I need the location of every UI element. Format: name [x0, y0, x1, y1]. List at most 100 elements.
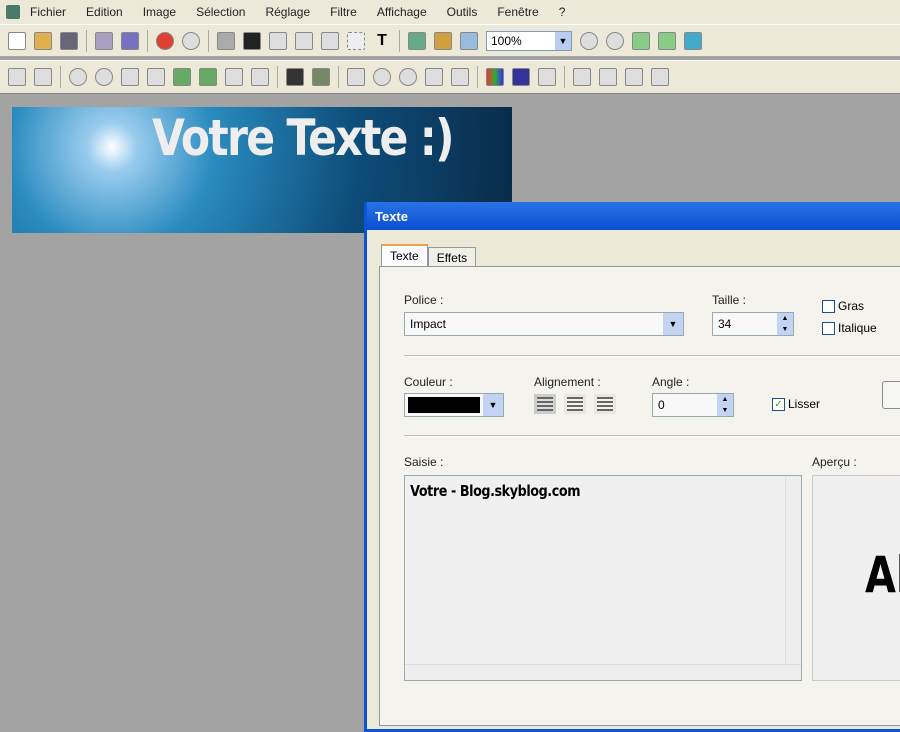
wand-add-icon[interactable] — [199, 68, 217, 86]
open-icon[interactable] — [34, 31, 52, 50]
checkmark-icon[interactable]: ✓ — [772, 397, 785, 411]
window-icon[interactable] — [460, 31, 478, 50]
checkbox-icon[interactable] — [822, 321, 835, 335]
scan-icon[interactable] — [121, 31, 139, 50]
curves-icon[interactable] — [538, 68, 556, 86]
brightness-icon[interactable] — [347, 68, 365, 86]
resize-icon[interactable] — [408, 31, 426, 50]
size-label: Taille : — [712, 293, 747, 307]
menu-filtre[interactable]: Filtre — [330, 5, 357, 19]
crop-icon[interactable] — [347, 31, 365, 50]
select-add-icon[interactable] — [95, 68, 113, 86]
fullscreen-icon[interactable] — [684, 31, 702, 50]
zoom-out-icon[interactable] — [606, 31, 624, 50]
rect-select-add-icon[interactable] — [251, 68, 269, 86]
layers-icon[interactable] — [625, 68, 643, 86]
new-icon[interactable] — [8, 31, 26, 50]
color-label: Couleur : — [404, 375, 453, 389]
smooth-checkbox[interactable]: ✓ Lisser — [772, 397, 820, 411]
spinner-arrows-icon[interactable]: ▲ ▼ — [777, 313, 793, 335]
flip-icon[interactable] — [573, 68, 591, 86]
angle-spinner[interactable]: 0 ▲ ▼ — [652, 393, 734, 417]
bold-checkbox[interactable]: Gras — [822, 299, 864, 313]
paste-icon[interactable] — [321, 31, 339, 50]
separator — [338, 66, 339, 88]
menu-outils[interactable]: Outils — [447, 5, 478, 19]
tab-effets[interactable]: Effets — [427, 247, 477, 268]
spinner-arrows-icon[interactable]: ▲ ▼ — [717, 394, 733, 416]
duplicate-icon[interactable] — [295, 31, 313, 50]
vertical-scrollbar[interactable] — [785, 476, 801, 664]
effects-icon[interactable] — [434, 31, 452, 50]
font-select[interactable]: Impact ▼ — [404, 312, 684, 336]
menu-affichage[interactable]: Affichage — [377, 5, 427, 19]
text-preview: Al — [812, 475, 900, 681]
sharpen-icon[interactable] — [425, 68, 443, 86]
menu-help[interactable]: ? — [559, 5, 566, 19]
align-left-button[interactable] — [534, 394, 556, 414]
fit-icon[interactable] — [632, 31, 650, 50]
menu-image[interactable]: Image — [143, 5, 176, 19]
actual-size-icon[interactable] — [658, 31, 676, 50]
angle-label: Angle : — [652, 375, 690, 389]
history-icon[interactable] — [651, 68, 669, 86]
dialog-title[interactable]: Texte — [367, 202, 900, 230]
drop-icon[interactable] — [373, 68, 391, 86]
font-label: Police : — [404, 293, 444, 307]
rotate-icon[interactable] — [599, 68, 617, 86]
text-tool-icon[interactable]: T — [373, 32, 391, 50]
smooth-label: Lisser — [788, 397, 821, 411]
checkbox-icon[interactable] — [822, 299, 835, 313]
wand-icon[interactable] — [173, 68, 191, 86]
mask-icon[interactable] — [243, 31, 261, 50]
lasso-add-icon[interactable] — [147, 68, 165, 86]
layer-icon[interactable] — [217, 31, 235, 50]
canvas-size-icon[interactable] — [8, 68, 26, 86]
separator — [208, 29, 209, 52]
menu-selection[interactable]: Sélection — [196, 5, 245, 19]
preview-text: Al — [865, 546, 900, 604]
italic-label: Italique — [838, 321, 877, 335]
font-value: Impact — [410, 317, 447, 331]
select-icon[interactable] — [69, 68, 87, 86]
tab-texte[interactable]: Texte — [381, 244, 428, 268]
levels-icon[interactable] — [512, 68, 530, 86]
menu-fichier[interactable]: Fichier — [30, 5, 66, 19]
lasso-icon[interactable] — [121, 68, 139, 86]
size-spinner[interactable]: 34 ▲ ▼ — [712, 312, 794, 336]
dialog-button[interactable] — [882, 381, 900, 409]
separator — [60, 66, 61, 88]
chevron-down-icon[interactable]: ▼ — [663, 313, 683, 335]
banner-text: Votre Texte :) — [152, 109, 455, 167]
zoom-in-icon[interactable] — [580, 31, 598, 50]
blur-icon[interactable] — [399, 68, 417, 86]
horizontal-scrollbar[interactable] — [405, 664, 801, 680]
save-icon[interactable] — [60, 31, 78, 50]
zoom-select[interactable]: 100% ▼ — [486, 30, 572, 51]
chevron-down-icon[interactable]: ▼ — [483, 394, 503, 416]
print-icon[interactable] — [95, 31, 113, 50]
rect-select-icon[interactable] — [225, 68, 243, 86]
undo-icon[interactable] — [156, 31, 174, 50]
main-toolbar: T 100% ▼ — [0, 24, 900, 56]
separator — [277, 66, 278, 88]
color-picker[interactable]: ▼ — [404, 393, 504, 417]
chevron-down-icon[interactable]: ▼ — [555, 31, 571, 50]
size-value: 34 — [718, 317, 732, 331]
redo-icon[interactable] — [182, 31, 200, 50]
align-center-button[interactable] — [564, 394, 586, 414]
text-input[interactable]: Votre - Blog.skyblog.com — [404, 475, 802, 681]
text-input-value: Votre - Blog.skyblog.com — [410, 482, 581, 500]
image-size-icon[interactable] — [34, 68, 52, 86]
italic-checkbox[interactable]: Italique — [822, 321, 877, 335]
menu-reglage[interactable]: Réglage — [265, 5, 310, 19]
smudge-icon[interactable] — [451, 68, 469, 86]
align-right-button[interactable] — [594, 394, 616, 414]
copy-icon[interactable] — [269, 31, 287, 50]
texture-icon[interactable] — [312, 68, 330, 86]
pattern-icon[interactable] — [286, 68, 304, 86]
color-icon[interactable] — [486, 68, 504, 86]
menu-edition[interactable]: Edition — [86, 5, 123, 19]
menu-fenetre[interactable]: Fenêtre — [497, 5, 538, 19]
separator — [399, 29, 400, 52]
